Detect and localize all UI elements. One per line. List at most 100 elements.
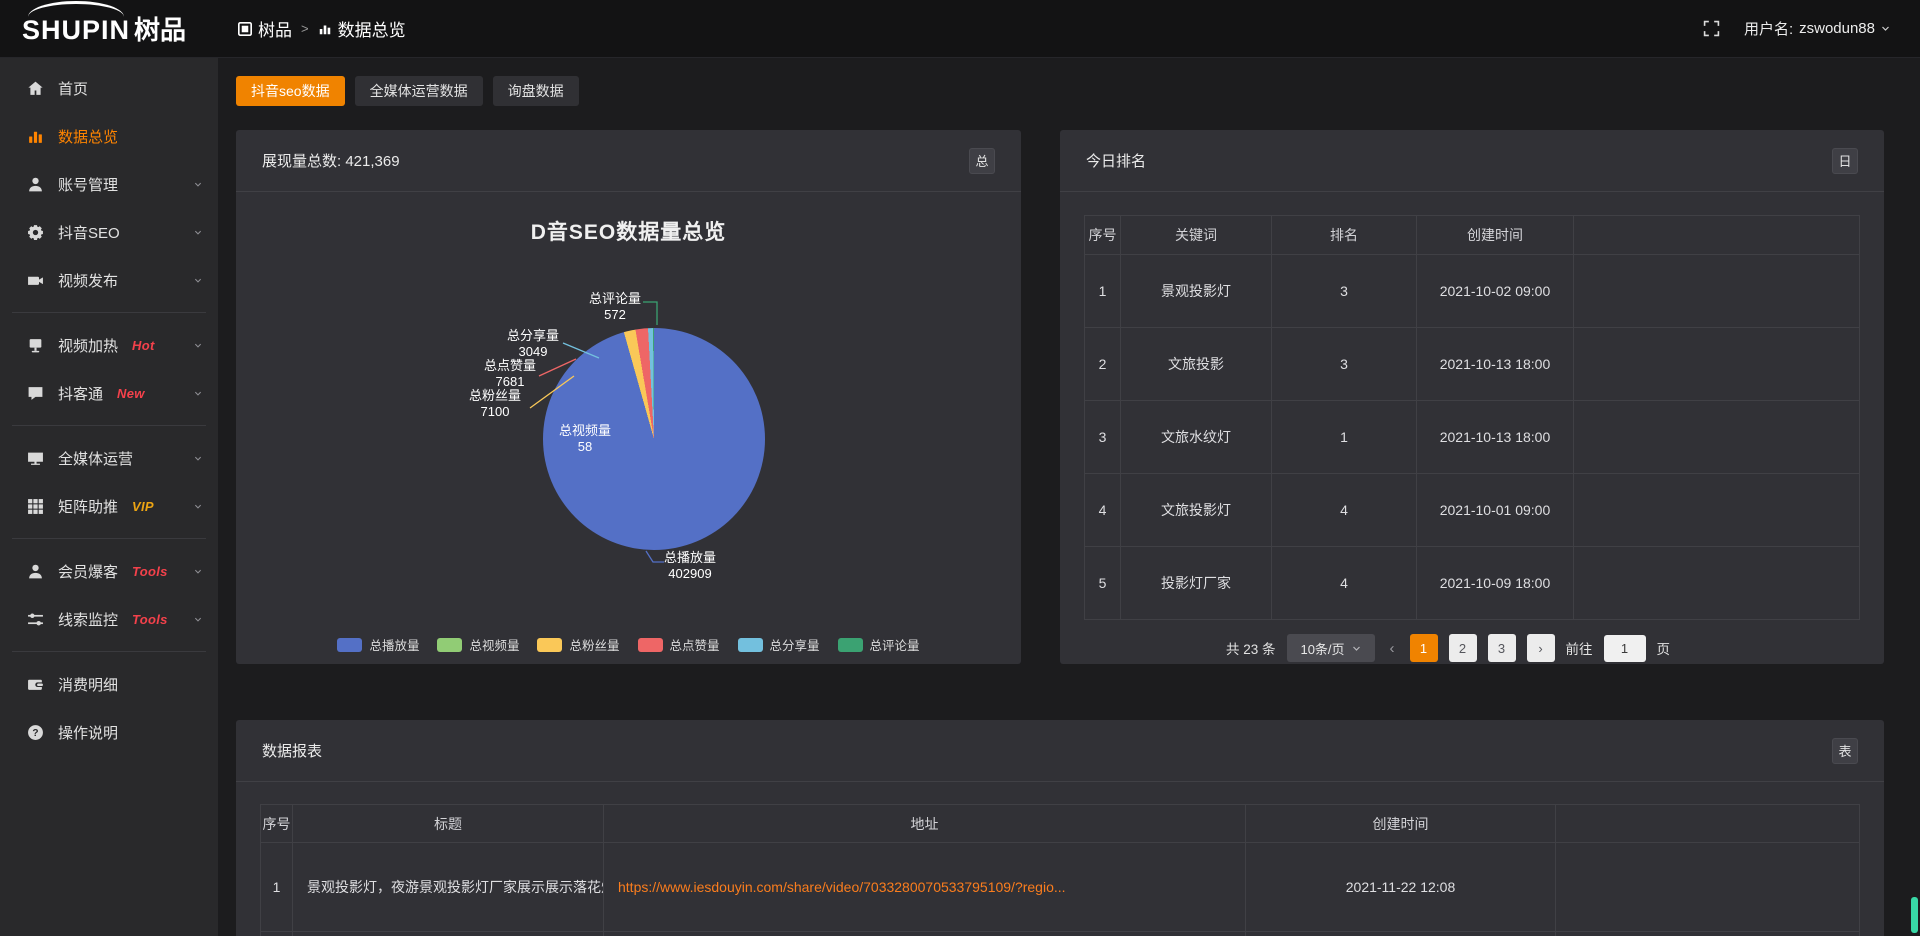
overview-panel-header: 展现量总数: 421,369 总 [236, 130, 1021, 192]
cell-rank: 1 [1272, 401, 1417, 474]
next-page-button[interactable]: › [1527, 634, 1555, 662]
fullscreen-icon[interactable] [1703, 20, 1720, 37]
cell-rank: 3 [1272, 328, 1417, 401]
ranking-table: 序号 关键词 排名 创建时间 1 景观投影灯 3 2021-10-02 09:0… [1084, 215, 1860, 620]
sidebar-item-label: 抖音SEO [58, 222, 120, 243]
legend-item-likes[interactable]: 总点赞量 [638, 635, 720, 654]
cell-created: 2021-10-01 09:00 [1417, 474, 1574, 547]
cell-index: 1 [1085, 255, 1121, 328]
page-button-1[interactable]: 1 [1410, 634, 1438, 662]
sidebar-item-help[interactable]: ? 操作说明 [0, 708, 218, 756]
legend-item-videos[interactable]: 总视频量 [437, 635, 519, 654]
sidebar-item-label: 消费明细 [58, 674, 118, 695]
pie-label-value: 7681 [465, 374, 555, 389]
table-row: 1 景观投影灯，夜游景观投影灯厂家展示展示落花灯在花园里的灯光投影应用效果 # … [261, 843, 1860, 932]
sidebar-item-label: 抖客通 [58, 383, 103, 404]
sidebar-divider [12, 651, 206, 652]
bar-chart-icon [318, 22, 332, 36]
table-row: 4 文旅投影灯 4 2021-10-01 09:00 [1085, 474, 1860, 547]
table-header-row: 序号 标题 地址 创建时间 [261, 805, 1860, 843]
sidebar-item-data-overview[interactable]: 数据总览 [0, 112, 218, 160]
chat-bubble-icon [27, 385, 44, 402]
table-toggle-button[interactable]: 表 [1832, 738, 1858, 764]
day-toggle-button[interactable]: 日 [1832, 148, 1858, 174]
sidebar-item-lead-monitor[interactable]: 线索监控 Tools [0, 595, 218, 643]
chevron-down-icon [194, 180, 202, 188]
pie-label-value: 3049 [488, 344, 578, 359]
legend-swatch [437, 638, 462, 652]
table-row: 1 景观投影灯 3 2021-10-02 09:00 [1085, 255, 1860, 328]
legend-swatch [738, 638, 763, 652]
sidebar-item-home[interactable]: 首页 [0, 64, 218, 112]
scrollbar-thumb[interactable] [1911, 897, 1918, 933]
pie-chart-area: D音SEO数据量总览 总评论量 572 总分享量 [236, 192, 1021, 664]
sidebar-item-doukestone[interactable]: 抖客通 New [0, 369, 218, 417]
page-button-3[interactable]: 3 [1488, 634, 1516, 662]
cell-created: 2021-11-22 12:08 [1246, 843, 1556, 932]
tab-douyin-seo-data[interactable]: 抖音seo数据 [236, 76, 345, 106]
sidebar-item-member-burst[interactable]: 会员爆客 Tools [0, 547, 218, 595]
legend-label: 总分享量 [770, 635, 820, 654]
col-header-created: 创建时间 [1417, 216, 1574, 255]
breadcrumb-item-home[interactable]: 树品 [238, 16, 292, 41]
sidebar-item-matrix-boost[interactable]: 矩阵助推 VIP [0, 482, 218, 530]
sidebar-item-label: 会员爆客 [58, 561, 118, 582]
total-toggle-button[interactable]: 总 [969, 148, 995, 174]
cell-created: 2021-10-02 09:00 [1417, 255, 1574, 328]
cell-index: 2 [1085, 328, 1121, 401]
video-link[interactable]: https://www.iesdouyin.com/share/video/70… [618, 879, 1066, 895]
report-panel: 数据报表 表 序号 标题 地址 创建时间 1 景观投影灯，夜游景观投影灯厂家展示… [236, 720, 1884, 936]
pie-label-name: 总播放量 [645, 550, 735, 565]
cell-empty [1574, 474, 1860, 547]
legend-item-comments[interactable]: 总评论量 [838, 635, 920, 654]
sidebar-divider [12, 538, 206, 539]
tab-inquiry-data[interactable]: 询盘数据 [493, 76, 579, 106]
goto-page-input[interactable]: 1 [1604, 635, 1646, 662]
pie-label-fans: 总粉丝量 7100 [450, 388, 540, 419]
logo-text-cn: 树品 [134, 10, 186, 47]
sidebar-item-label: 操作说明 [58, 722, 118, 743]
col-header-empty [1556, 805, 1860, 843]
breadcrumb-item-current[interactable]: 数据总览 [318, 16, 406, 41]
tab-omnimedia-data[interactable]: 全媒体运营数据 [355, 76, 483, 106]
prev-page-button[interactable]: ‹ [1386, 640, 1399, 657]
cell-title: 景观投影灯，夜游景观投影灯厂家展示展示落花灯在花园里的灯光投影应用效果 # [293, 843, 604, 932]
sidebar-item-video-heat[interactable]: 视频加热 Hot [0, 321, 218, 369]
legend-item-fans[interactable]: 总粉丝量 [537, 635, 619, 654]
user-menu[interactable]: 用户名: zswodun88 [1744, 18, 1890, 39]
cell-empty [1574, 255, 1860, 328]
home-icon [27, 80, 44, 97]
pie-label-value: 572 [570, 307, 660, 322]
chevron-down-icon [1881, 24, 1890, 33]
breadcrumb-label: 数据总览 [338, 16, 406, 41]
pie-label-value: 402909 [645, 566, 735, 581]
legend-item-shares[interactable]: 总分享量 [738, 635, 820, 654]
sidebar-item-douyin-seo[interactable]: 抖音SEO [0, 208, 218, 256]
legend-item-plays[interactable]: 总播放量 [337, 635, 419, 654]
page-size-select[interactable]: 10条/页 [1287, 634, 1375, 662]
legend-swatch [638, 638, 663, 652]
breadcrumb-label: 树品 [258, 16, 292, 41]
legend-label: 总评论量 [870, 635, 920, 654]
cell-keyword: 投影灯厂家 [1121, 547, 1272, 620]
chart-legend: 总播放量 总视频量 总粉丝量 总点赞量 总分享量 总评论量 [236, 635, 1021, 654]
gear-icon [27, 224, 44, 241]
legend-swatch [537, 638, 562, 652]
page-button-2[interactable]: 2 [1449, 634, 1477, 662]
promo-board-icon [27, 337, 44, 354]
chevron-down-icon [194, 454, 202, 462]
chevron-down-icon [194, 276, 202, 284]
sliders-icon [27, 611, 44, 628]
chevron-down-icon [194, 615, 202, 623]
sidebar-item-account[interactable]: 账号管理 [0, 160, 218, 208]
username-value: zswodun88 [1799, 20, 1875, 37]
username-label: 用户名: [1744, 18, 1793, 39]
sidebar-item-omnimedia[interactable]: 全媒体运营 [0, 434, 218, 482]
sidebar-item-spend-detail[interactable]: 消费明细 [0, 660, 218, 708]
ranking-panel-header: 今日排名 日 [1060, 130, 1884, 192]
legend-label: 总播放量 [369, 635, 419, 654]
data-source-tabs: 抖音seo数据 全媒体运营数据 询盘数据 [236, 76, 1884, 106]
col-header-created: 创建时间 [1246, 805, 1556, 843]
goto-label: 前往 [1566, 638, 1593, 658]
sidebar-item-video-publish[interactable]: 视频发布 [0, 256, 218, 304]
